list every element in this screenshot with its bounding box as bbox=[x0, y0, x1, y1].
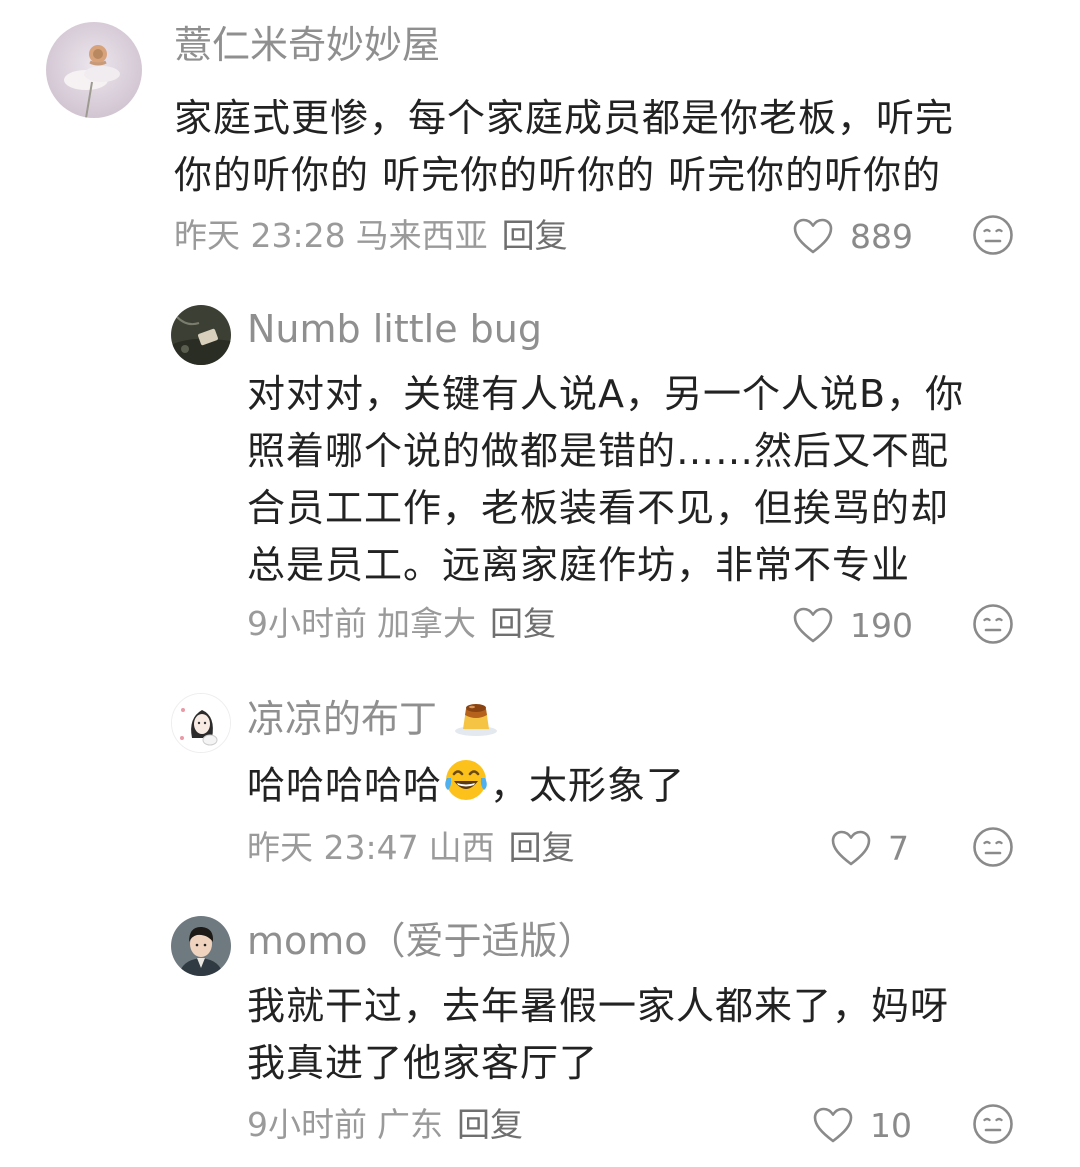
heart-icon bbox=[831, 830, 871, 866]
comment-meta: 昨天 23:28 马来西亚 回复 bbox=[174, 216, 568, 256]
comment-text-line: 照着哪个说的做都是错的……然后又不配 bbox=[247, 429, 950, 473]
comment-text-line: 你的听你的 听完你的听你的 听完你的听你的 bbox=[174, 153, 942, 197]
comment-meta: 9小时前 加拿大 回复 bbox=[247, 604, 556, 644]
comment-meta: 昨天 23:47 山西 回复 bbox=[247, 828, 575, 868]
reply-button[interactable]: 回复 bbox=[457, 1105, 523, 1144]
username[interactable]: 凉凉的布丁 bbox=[247, 696, 499, 747]
dislike-button[interactable] bbox=[972, 214, 1014, 256]
like-button[interactable]: 190 bbox=[792, 603, 913, 647]
comment-text-line: 家庭式更惨，每个家庭成员都是你老板，听完 bbox=[174, 96, 955, 140]
comment-text: 对对对，关键有人说A，另一个人说B，你 照着哪个说的做都是错的……然后又不配 合… bbox=[247, 366, 964, 594]
comment-list: 薏仁米奇妙妙屋 家庭式更惨，每个家庭成员都是你老板，听完 你的听你的 听完你的听… bbox=[0, 0, 1080, 1167]
comment-text: 家庭式更惨，每个家庭成员都是你老板，听完 你的听你的 听完你的听你的 听完你的听… bbox=[174, 90, 954, 204]
avatar[interactable] bbox=[171, 916, 231, 976]
username-text: 凉凉的布丁 bbox=[247, 697, 438, 741]
dislike-button[interactable] bbox=[972, 603, 1014, 645]
meh-face-icon bbox=[973, 1104, 1013, 1144]
username[interactable]: Numb little bug bbox=[247, 306, 542, 352]
like-button[interactable]: 7 bbox=[830, 826, 909, 870]
comment-text-line: 对对对，关键有人说A，另一个人说B，你 bbox=[247, 372, 965, 416]
comment-text-line: 我真进了他家客厅了 bbox=[247, 1041, 599, 1085]
comment-item: 薏仁米奇妙妙屋 家庭式更惨，每个家庭成员都是你老板，听完 你的听你的 听完你的听… bbox=[0, 0, 1080, 270]
comment-time: 9小时前 bbox=[247, 1105, 367, 1144]
avatar-image bbox=[46, 22, 142, 118]
like-count: 190 bbox=[850, 605, 913, 645]
avatar-image bbox=[171, 305, 231, 365]
avatar[interactable] bbox=[46, 22, 142, 118]
comment-location: 加拿大 bbox=[377, 604, 476, 643]
comment-meta: 9小时前 广东 回复 bbox=[247, 1105, 523, 1145]
heart-icon bbox=[793, 607, 833, 643]
meh-face-icon bbox=[973, 827, 1013, 867]
like-count: 7 bbox=[888, 828, 909, 868]
avatar-image bbox=[171, 916, 231, 976]
comment-time: 昨天 23:28 bbox=[174, 216, 346, 255]
comment-time: 昨天 23:47 bbox=[247, 828, 419, 867]
like-count: 889 bbox=[850, 216, 913, 256]
meh-face-icon bbox=[973, 604, 1013, 644]
comment-text: 我就干过，去年暑假一家人都来了，妈呀 我真进了他家客厅了 bbox=[247, 978, 949, 1092]
comment-text: 哈哈哈哈哈 ，太形象了 bbox=[247, 756, 685, 820]
comment-time: 9小时前 bbox=[247, 604, 367, 643]
avatar[interactable] bbox=[171, 305, 231, 365]
comment-text-part: 哈哈哈哈哈 bbox=[247, 763, 443, 808]
comment-text-line: 哈哈哈哈哈 ，太形象了 bbox=[247, 756, 685, 820]
meh-face-icon bbox=[973, 215, 1013, 255]
reply-button[interactable]: 回复 bbox=[490, 604, 556, 643]
heart-icon bbox=[813, 1107, 853, 1143]
reply-button[interactable]: 回复 bbox=[509, 828, 575, 867]
like-button[interactable]: 10 bbox=[812, 1103, 912, 1147]
laughing-tears-emoji-icon bbox=[442, 756, 490, 820]
comment-location: 山西 bbox=[428, 828, 495, 867]
comment-text-line: 总是员工。远离家庭作坊，非常不专业 bbox=[247, 543, 911, 587]
pudding-emoji-icon bbox=[453, 697, 499, 747]
avatar[interactable] bbox=[171, 693, 231, 753]
like-button[interactable]: 889 bbox=[792, 214, 913, 258]
reply-button[interactable]: 回复 bbox=[502, 216, 568, 255]
like-count: 10 bbox=[870, 1105, 912, 1145]
comment-location: 广东 bbox=[377, 1105, 443, 1144]
dislike-button[interactable] bbox=[972, 826, 1014, 868]
comment-location: 马来西亚 bbox=[355, 216, 488, 255]
username[interactable]: 薏仁米奇妙妙屋 bbox=[174, 22, 440, 68]
avatar-image bbox=[172, 694, 230, 752]
heart-icon bbox=[793, 218, 833, 254]
dislike-button[interactable] bbox=[972, 1103, 1014, 1145]
username[interactable]: momo（爱于适版） bbox=[247, 918, 596, 964]
comment-text-part: ，太形象了 bbox=[490, 763, 686, 808]
comment-text-line: 合员工工作，老板装看不见，但挨骂的却 bbox=[247, 486, 950, 530]
comment-text-line: 我就干过，去年暑假一家人都来了，妈呀 bbox=[247, 984, 950, 1028]
